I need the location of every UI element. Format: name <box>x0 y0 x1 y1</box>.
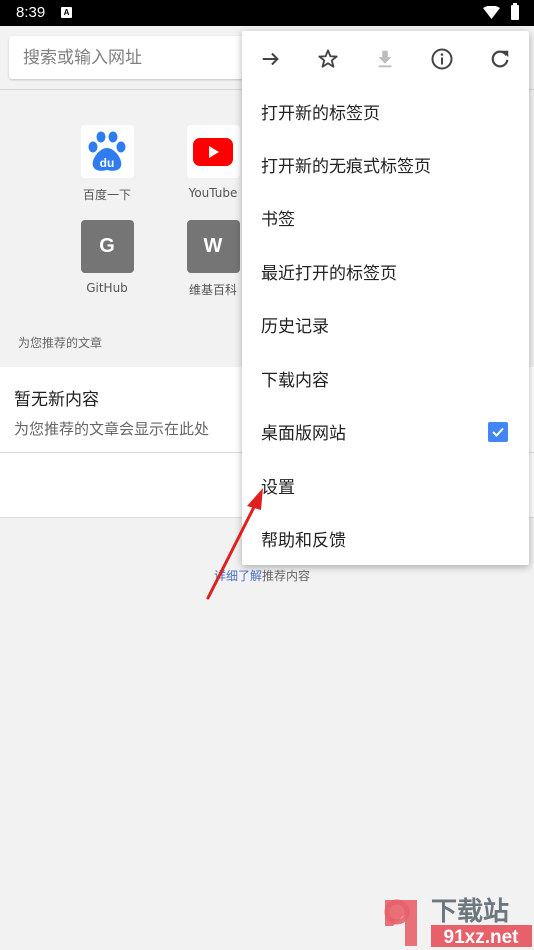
bookmark-star-icon[interactable] <box>314 45 342 73</box>
menu-item-label: 打开新的无痕式标签页 <box>261 157 431 177</box>
menu-item-downloads[interactable]: 下载内容 <box>242 352 529 405</box>
shortcut-label: 百度一下 <box>82 188 131 202</box>
shortcut-label: 维基百科 <box>188 283 237 297</box>
menu-item-recent-tabs[interactable]: 最近打开的标签页 <box>242 245 529 298</box>
menu-item-label: 打开新的标签页 <box>261 104 380 124</box>
shortcut-label: YouTube <box>188 186 238 200</box>
github-letter-icon: G <box>80 220 134 273</box>
wifi-icon <box>483 6 500 19</box>
menu-item-new-incognito-tab[interactable]: 打开新的无痕式标签页 <box>242 138 529 191</box>
menu-item-help-feedback[interactable]: 帮助和反馈 <box>242 512 529 565</box>
empty-subtitle: 为您推荐的文章会显示在此处 <box>14 420 210 438</box>
shortcut-wikipedia[interactable]: W 维基百科 <box>183 220 243 298</box>
shortcut-label: GitHub <box>86 281 128 295</box>
watermark-title: 下载站 <box>431 897 509 927</box>
shortcut-github[interactable]: G GitHub <box>77 220 137 295</box>
baidu-paw-icon: du <box>80 125 134 178</box>
learn-more-link[interactable]: 详细了解 <box>214 569 262 583</box>
youtube-play-icon <box>186 125 240 178</box>
learn-more-text: 详细了解推荐内容 <box>214 567 310 584</box>
menu-item-desktop-site[interactable]: 桌面版网站 <box>242 405 529 458</box>
check-icon <box>492 427 504 437</box>
menu-item-label: 书签 <box>261 210 295 230</box>
menu-item-label: 桌面版网站 <box>261 424 346 444</box>
menu-item-label: 历史记录 <box>261 317 329 337</box>
wikipedia-letter-icon: W <box>186 220 240 273</box>
notification-a-icon: A <box>61 7 72 18</box>
empty-title: 暂无新内容 <box>14 390 99 410</box>
menu-item-label: 设置 <box>261 478 295 498</box>
overflow-menu: 打开新的标签页 打开新的无痕式标签页 书签 最近打开的标签页 历史记录 下载内容… <box>242 31 529 565</box>
status-bar: 8:39 A <box>0 0 534 26</box>
learn-more-suffix: 推荐内容 <box>262 569 311 583</box>
menu-item-settings[interactable]: 设置 <box>242 459 529 512</box>
shortcut-youtube[interactable]: YouTube <box>183 125 243 200</box>
reload-icon[interactable] <box>486 45 514 73</box>
menu-icon-row <box>242 31 529 85</box>
menu-item-bookmarks[interactable]: 书签 <box>242 191 529 244</box>
download-icon <box>371 45 399 73</box>
menu-item-label: 帮助和反馈 <box>261 531 346 551</box>
svg-text:du: du <box>100 156 115 170</box>
menu-item-label: 下载内容 <box>261 371 329 391</box>
watermark-domain: 91xz.net <box>444 927 520 948</box>
articles-section-label: 为您推荐的文章 <box>18 336 103 350</box>
menu-item-history[interactable]: 历史记录 <box>242 298 529 351</box>
menu-item-label: 最近打开的标签页 <box>261 264 397 284</box>
menu-item-new-tab[interactable]: 打开新的标签页 <box>242 85 529 138</box>
desktop-site-checkbox[interactable] <box>488 421 508 442</box>
status-time: 8:39 <box>16 4 46 21</box>
forward-icon[interactable] <box>257 45 285 73</box>
shortcut-baidu[interactable]: du 百度一下 <box>77 125 137 203</box>
info-icon[interactable] <box>428 45 456 73</box>
watermark-logo-icon: 下载站 91xz.net <box>384 897 532 948</box>
battery-charging-icon <box>511 3 519 20</box>
